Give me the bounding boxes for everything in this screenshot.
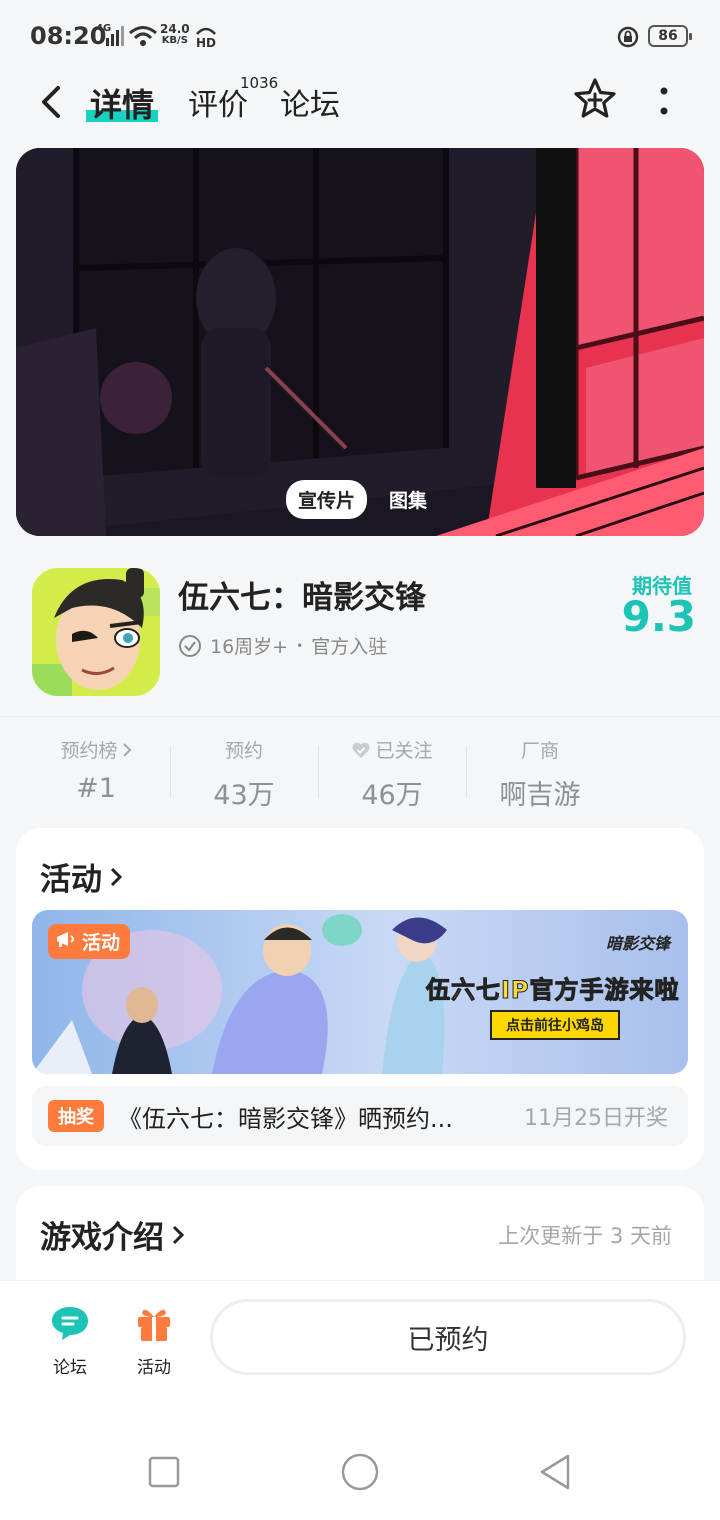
stat-ranking-label: 预约榜 — [60, 740, 118, 762]
network-speed: 24.0 KB/S — [160, 23, 190, 47]
bottom-activity-label: 活动 — [137, 1358, 171, 1378]
home-icon[interactable] — [340, 1452, 380, 1492]
stat-followers[interactable]: 已关注 46万 — [318, 736, 466, 811]
hero-media-tabs: 宣传片 图集 — [286, 480, 439, 519]
intro-title-label: 游戏介绍 — [40, 1220, 164, 1256]
stat-publisher[interactable]: 厂商 啊吉游 — [466, 736, 614, 811]
system-nav-bar — [0, 1408, 720, 1520]
speed-unit: KB/S — [161, 35, 188, 46]
tab-detail[interactable]: 详情 — [86, 80, 159, 126]
recent-apps-icon[interactable] — [144, 1452, 184, 1492]
system-back-icon[interactable] — [536, 1452, 576, 1492]
app-icon — [32, 568, 160, 696]
heart-check-icon — [352, 742, 371, 758]
stat-publisher-label: 厂商 — [520, 740, 559, 762]
banner-cta-button[interactable]: 点击前往小鸡岛 — [490, 1010, 620, 1040]
stat-ranking-value: #1 — [76, 773, 116, 804]
svg-text:HD: HD — [196, 36, 216, 48]
speed-value: 24.0 — [160, 22, 190, 36]
megaphone-icon — [57, 932, 74, 947]
app-icon-artwork — [32, 568, 160, 696]
meta-separator: • — [296, 638, 304, 653]
chevron-right-icon — [122, 742, 131, 757]
more-options-icon[interactable] — [654, 84, 674, 118]
wifi-icon — [129, 26, 157, 46]
app-name: 伍六七：暗影交锋 — [178, 580, 426, 616]
app-meta: 16周岁+ • 官方入驻 — [178, 632, 387, 659]
activity-card: 活动 活动 暗影交锋 伍六七IP官方手游来啦 点击前往小鸡岛 抽奖 《伍六七：暗… — [16, 828, 704, 1170]
gift-icon — [138, 1309, 170, 1341]
stat-ranking[interactable]: 预约榜 #1 — [22, 736, 170, 806]
status-bar: 08:20 4G 24.0 KB/S HD 86 — [0, 0, 720, 72]
hd-icon: HD — [196, 27, 216, 48]
banner-headline: 伍六七IP官方手游来啦 — [426, 976, 680, 1005]
intro-updated-time: 上次更新于 3 天前 — [498, 1224, 672, 1248]
stat-ranking-label-wrap: 预约榜 — [22, 736, 170, 763]
activity-title[interactable]: 活动 — [40, 854, 124, 899]
age-rating: 16周岁+ — [210, 636, 289, 658]
hero-tab-gallery[interactable]: 图集 — [377, 480, 439, 519]
lottery-item[interactable]: 抽奖 《伍六七：暗影交锋》晒预约... 11月25日开奖 — [32, 1086, 688, 1146]
battery-indicator: 86 — [648, 25, 692, 47]
expectation-score: 9.3 — [621, 592, 696, 641]
chevron-right-icon — [172, 1225, 185, 1244]
favorite-star-icon[interactable] — [572, 76, 618, 122]
reserved-button[interactable]: 已预约 — [210, 1299, 686, 1375]
verified-check-icon — [179, 634, 201, 657]
stat-reservations-value: 43万 — [213, 780, 275, 811]
section-divider — [0, 716, 720, 717]
official-badge: 官方入驻 — [311, 636, 388, 658]
bottom-forum-label: 论坛 — [53, 1358, 87, 1378]
banner-game-logo: 暗影交锋 — [606, 934, 671, 953]
stat-followers-label-wrap: 已关注 — [318, 736, 466, 763]
chevron-right-icon — [110, 867, 123, 886]
hero-artwork — [16, 148, 704, 536]
bottom-activity-button[interactable]: 活动 — [124, 1301, 184, 1378]
tab-review-label: 评价 — [188, 88, 248, 123]
rotation-lock-icon — [617, 26, 639, 48]
stat-followers-label: 已关注 — [375, 740, 433, 762]
bottom-action-bar: 论坛 活动 已预约 — [0, 1280, 720, 1408]
stats-row: 预约榜 #1 预约 43万 已关注 46万 厂商 啊吉游 — [22, 736, 698, 811]
tab-review[interactable]: 评价 — [188, 80, 248, 124]
top-nav: 详情 评价 1036 论坛 — [0, 72, 720, 132]
intro-title[interactable]: 游戏介绍 — [40, 1212, 186, 1257]
signal-icon — [106, 26, 124, 46]
tab-detail-label: 详情 — [90, 86, 155, 124]
activity-title-label: 活动 — [40, 862, 102, 898]
banner-tag-label: 活动 — [82, 932, 121, 954]
hero-media[interactable]: 宣传片 图集 — [16, 148, 704, 536]
stat-reservations-label: 预约 — [224, 740, 263, 762]
stat-followers-value: 46万 — [361, 780, 423, 811]
lottery-date: 11月25日开奖 — [524, 1106, 668, 1131]
tab-forum-label: 论坛 — [280, 88, 340, 123]
status-time: 08:20 — [30, 22, 107, 50]
lottery-tag: 抽奖 — [48, 1100, 104, 1132]
tab-forum[interactable]: 论坛 — [280, 80, 340, 124]
stat-reservations: 预约 43万 — [170, 736, 318, 811]
bottom-forum-button[interactable]: 论坛 — [40, 1301, 100, 1378]
activity-banner[interactable]: 活动 暗影交锋 伍六七IP官方手游来啦 点击前往小鸡岛 — [32, 910, 688, 1074]
stat-publisher-value: 啊吉游 — [499, 780, 581, 811]
back-icon[interactable] — [36, 82, 66, 122]
banner-activity-tag: 活动 — [48, 924, 131, 959]
lottery-title: 《伍六七：暗影交锋》晒预约... — [118, 1104, 453, 1133]
hero-tab-trailer[interactable]: 宣传片 — [286, 480, 368, 519]
review-count: 1036 — [240, 74, 279, 92]
forum-chat-icon — [52, 1307, 88, 1340]
